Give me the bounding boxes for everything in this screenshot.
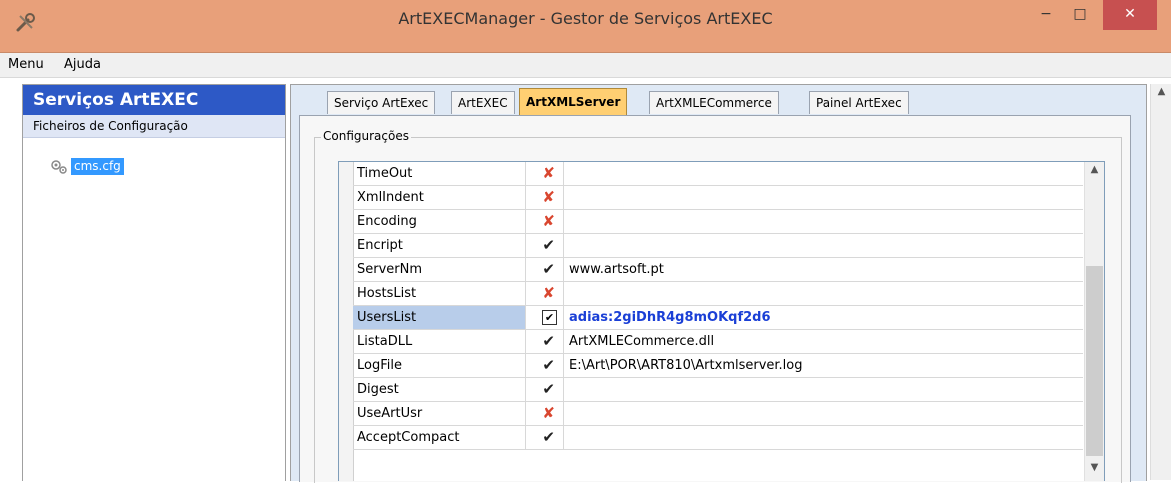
- property-value[interactable]: [565, 162, 1087, 185]
- property-value[interactable]: E:\Art\POR\ART810\Artxmlserver.log: [565, 354, 1087, 377]
- outer-scroll-up-arrow-icon[interactable]: ▲: [1151, 86, 1171, 97]
- property-flag-cell[interactable]: ✔: [526, 234, 564, 257]
- property-value[interactable]: [565, 402, 1087, 425]
- scroll-thumb[interactable]: [1086, 266, 1103, 456]
- properties-grid: TimeOut ✘ XmlIndent ✘ Encoding ✘ Encript ✔ Serve…: [338, 161, 1105, 481]
- property-name: ServerNm: [353, 258, 526, 281]
- property-value[interactable]: [565, 186, 1087, 209]
- property-flag-cell[interactable]: ✘: [526, 402, 564, 425]
- property-flag-cell[interactable]: ✔: [526, 330, 564, 353]
- property-flag-cell[interactable]: ✘: [526, 282, 564, 305]
- cross-icon: ✘: [542, 188, 555, 206]
- table-row[interactable]: AcceptCompact ✔: [353, 426, 1083, 450]
- check-icon: ✔: [542, 310, 557, 325]
- property-value[interactable]: ArtXMLECommerce.dll: [565, 330, 1087, 353]
- close-button[interactable]: ✕: [1103, 0, 1157, 30]
- property-flag-cell[interactable]: ✘: [526, 162, 564, 185]
- check-icon: ✔: [542, 428, 555, 446]
- check-icon: ✔: [542, 356, 555, 374]
- table-row[interactable]: UsersList ✔ adias:2giDhR4g8mOKqf2d6: [353, 306, 1083, 330]
- property-value[interactable]: www.artsoft.pt: [565, 258, 1087, 281]
- check-icon: ✔: [542, 236, 555, 254]
- property-name: UseArtUsr: [353, 402, 526, 425]
- tab-painel-artexec[interactable]: Painel ArtExec: [809, 91, 909, 114]
- services-header: Serviços ArtEXEC: [23, 85, 285, 115]
- property-value[interactable]: [565, 378, 1087, 401]
- tab-strip: Serviço ArtExec ArtEXEC ArtXMLServer Art…: [291, 85, 1146, 117]
- property-flag-cell[interactable]: ✔: [526, 354, 564, 377]
- config-files-header: Ficheiros de Configuração: [23, 115, 285, 138]
- table-row[interactable]: ListaDLL ✔ ArtXMLECommerce.dll: [353, 330, 1083, 354]
- menu-item-ajuda[interactable]: Ajuda: [64, 57, 101, 72]
- property-flag-cell[interactable]: ✔: [526, 378, 564, 401]
- property-flag-cell[interactable]: ✘: [526, 210, 564, 233]
- scroll-down-arrow-icon[interactable]: ▼: [1085, 462, 1104, 473]
- scroll-up-arrow-icon[interactable]: ▲: [1085, 164, 1104, 175]
- property-name: Encript: [353, 234, 526, 257]
- group-title: Configurações: [321, 129, 411, 143]
- table-row[interactable]: Encript ✔: [353, 234, 1083, 258]
- property-value[interactable]: [565, 282, 1087, 305]
- property-name: Encoding: [353, 210, 526, 233]
- check-icon: ✔: [542, 332, 555, 350]
- property-name: Digest: [353, 378, 526, 401]
- tab-artxmlecommerce[interactable]: ArtXMLECommerce: [649, 91, 779, 114]
- minimize-button[interactable]: −: [1029, 0, 1063, 30]
- table-row[interactable]: XmlIndent ✘: [353, 186, 1083, 210]
- property-value[interactable]: adias:2giDhR4g8mOKqf2d6: [565, 306, 1087, 329]
- check-icon: ✔: [542, 380, 555, 398]
- property-flag-cell[interactable]: ✔: [526, 306, 564, 329]
- property-flag-cell[interactable]: ✘: [526, 186, 564, 209]
- check-icon: ✔: [542, 260, 555, 278]
- cross-icon: ✘: [542, 212, 555, 230]
- title-bar: ArtEXECManager - Gestor de Serviços ArtE…: [0, 0, 1171, 53]
- menu-item-menu[interactable]: Menu: [8, 57, 44, 72]
- table-row[interactable]: Digest ✔: [353, 378, 1083, 402]
- property-value[interactable]: [565, 234, 1087, 257]
- grid-vertical-scrollbar[interactable]: ▲ ▼: [1084, 162, 1104, 481]
- property-name: HostsList: [353, 282, 526, 305]
- tab-artxmlserver[interactable]: ArtXMLServer: [519, 88, 628, 115]
- property-value[interactable]: [565, 210, 1087, 233]
- tree-item-label: cms.cfg: [71, 158, 124, 175]
- property-name: TimeOut: [353, 162, 526, 185]
- cross-icon: ✘: [542, 164, 555, 182]
- property-value[interactable]: [565, 426, 1087, 449]
- property-flag-cell[interactable]: ✔: [526, 258, 564, 281]
- property-name: UsersList: [353, 306, 526, 329]
- services-panel: Serviços ArtEXEC Ficheiros de Configuraç…: [22, 84, 286, 481]
- property-flag-cell[interactable]: ✔: [526, 426, 564, 449]
- table-row[interactable]: ServerNm ✔ www.artsoft.pt: [353, 258, 1083, 282]
- grid-row-header-strip: [339, 162, 354, 481]
- outer-vertical-scrollbar[interactable]: ▲: [1150, 84, 1171, 480]
- tab-servico-artexec[interactable]: Serviço ArtExec: [327, 91, 436, 114]
- table-row[interactable]: TimeOut ✘: [353, 162, 1083, 186]
- property-name: ListaDLL: [353, 330, 526, 353]
- table-row[interactable]: HostsList ✘: [353, 282, 1083, 306]
- table-row[interactable]: LogFile ✔ E:\Art\POR\ART810\Artxmlserver.l…: [353, 354, 1083, 378]
- property-name: LogFile: [353, 354, 526, 377]
- gears-icon: [51, 160, 67, 174]
- maximize-button[interactable]: □: [1063, 0, 1097, 30]
- property-name: XmlIndent: [353, 186, 526, 209]
- table-row[interactable]: UseArtUsr ✘: [353, 402, 1083, 426]
- window-title: ArtEXECManager - Gestor de Serviços ArtE…: [398, 9, 773, 28]
- menu-bar: Menu Ajuda: [0, 53, 1171, 78]
- cross-icon: ✘: [542, 284, 555, 302]
- table-row[interactable]: Encoding ✘: [353, 210, 1083, 234]
- tab-artexec[interactable]: ArtEXEC: [451, 91, 515, 114]
- cross-icon: ✘: [542, 404, 555, 422]
- property-name: AcceptCompact: [353, 426, 526, 449]
